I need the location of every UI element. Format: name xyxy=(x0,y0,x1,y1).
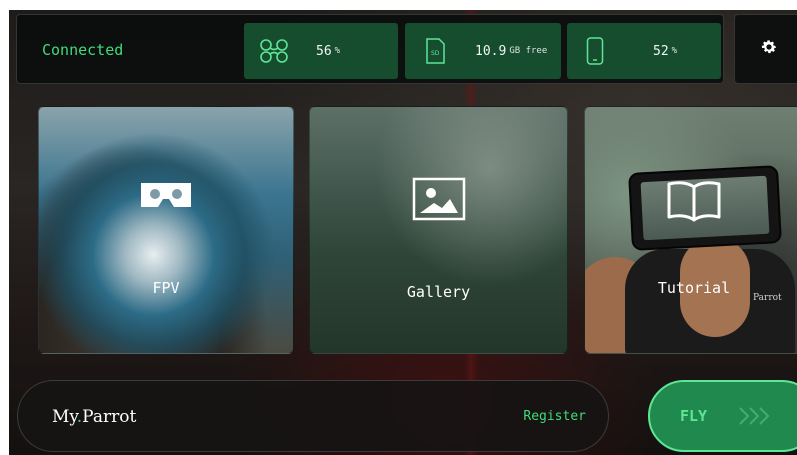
storage-unit: GB free xyxy=(509,46,548,56)
storage-indicator: SD 10.9 GB free xyxy=(405,23,561,79)
app-screen: Connected 56 % SD 10.9 GB free 52 % FPV … xyxy=(9,10,797,455)
drone-battery-value: 56 xyxy=(316,43,332,59)
phone-battery-indicator: 52 % xyxy=(567,23,721,79)
chevrons-right-icon xyxy=(736,404,776,432)
register-link[interactable]: Register xyxy=(523,381,586,453)
connection-status: Connected xyxy=(42,41,124,59)
gallery-tile[interactable]: Gallery xyxy=(309,106,568,354)
status-bar: Connected 56 % SD 10.9 GB free 52 % xyxy=(16,14,724,84)
gallery-label: Gallery xyxy=(406,283,471,301)
vr-headset-icon xyxy=(138,179,194,217)
drone-icon xyxy=(254,38,294,64)
drone-battery-indicator: 56 % xyxy=(244,23,398,79)
tutorial-label: Tutorial xyxy=(657,279,731,297)
drone-battery-unit: % xyxy=(334,46,341,56)
settings-button[interactable] xyxy=(734,14,797,84)
fly-label: FLY xyxy=(680,407,708,425)
logo-parrot: Parrot xyxy=(82,407,137,427)
tutorial-tile[interactable]: Parrot Tutorial xyxy=(584,106,797,354)
logo-my: My xyxy=(52,407,77,427)
myparrot-bar: My.Parrot Register xyxy=(17,380,609,452)
book-icon xyxy=(665,179,723,227)
sd-card-icon: SD xyxy=(415,38,455,64)
phone-battery-unit: % xyxy=(671,46,678,56)
myparrot-logo: My.Parrot xyxy=(52,381,136,453)
storage-value: 10.9 xyxy=(475,43,507,59)
fpv-tile[interactable]: FPV xyxy=(38,106,294,354)
phone-battery-value: 52 xyxy=(653,43,669,59)
phone-icon xyxy=(575,37,615,65)
fly-button[interactable]: FLY xyxy=(648,380,797,452)
gear-icon xyxy=(760,38,778,60)
image-icon xyxy=(412,177,466,225)
fpv-label: FPV xyxy=(152,279,180,297)
svg-text:SD: SD xyxy=(431,50,440,57)
